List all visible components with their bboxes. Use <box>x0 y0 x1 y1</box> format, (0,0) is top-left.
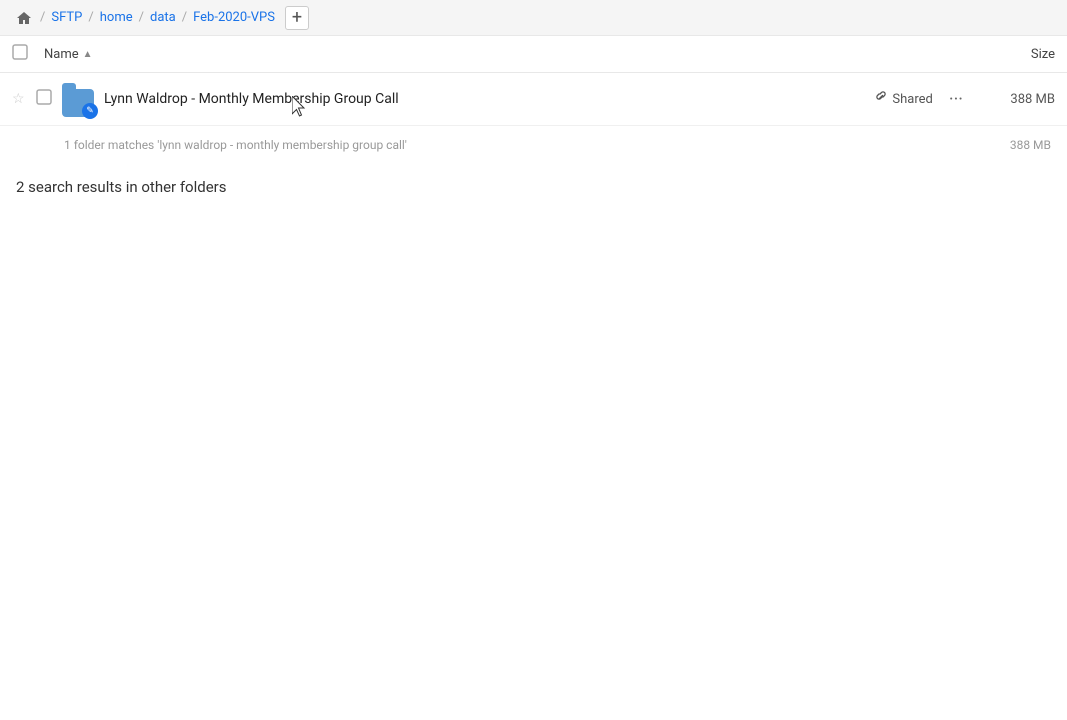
add-tab-button[interactable]: + <box>285 6 309 30</box>
home-icon[interactable] <box>12 6 36 30</box>
column-name-header[interactable]: Name ▲ <box>44 47 975 62</box>
search-result-size: 388 MB <box>1010 138 1051 152</box>
column-size-header: Size <box>975 47 1055 62</box>
search-result-info: 1 folder matches 'lynn waldrop - monthly… <box>0 126 1067 158</box>
column-header-row: Name ▲ Size <box>0 36 1067 73</box>
breadcrumb-sep-0: / <box>40 10 45 25</box>
file-list-item[interactable]: ☆ ✎ Lynn Waldrop - Monthly Membership Gr… <box>0 73 1067 126</box>
search-match-count: 1 folder matches 'lynn waldrop - monthly… <box>64 138 407 152</box>
shared-status: Shared <box>874 90 932 108</box>
breadcrumb-sep-3: / <box>182 10 187 25</box>
link-icon <box>874 90 888 108</box>
breadcrumb-sftp[interactable]: SFTP <box>47 8 86 27</box>
file-checkbox[interactable] <box>36 89 60 109</box>
more-options-button[interactable]: ··· <box>945 87 967 112</box>
file-size-label: 388 MB <box>975 92 1055 107</box>
breadcrumb-nav: / SFTP / home / data / Feb-2020-VPS + <box>0 0 1067 36</box>
file-name-label: Lynn Waldrop - Monthly Membership Group … <box>104 91 874 107</box>
folder-icon: ✎ <box>60 81 96 117</box>
breadcrumb-data[interactable]: data <box>146 8 180 27</box>
shared-text: Shared <box>892 92 932 107</box>
breadcrumb-sep-1: / <box>88 10 93 25</box>
file-actions: Shared ··· <box>874 87 967 112</box>
select-all-checkbox[interactable] <box>12 44 36 64</box>
pencil-badge-icon: ✎ <box>82 103 98 119</box>
breadcrumb-feb-2020-vps[interactable]: Feb-2020-VPS <box>189 8 279 27</box>
other-folders-title: 2 search results in other folders <box>16 178 227 196</box>
star-icon[interactable]: ☆ <box>12 91 32 107</box>
other-folders-section: 2 search results in other folders <box>0 158 1067 208</box>
breadcrumb-sep-2: / <box>139 10 144 25</box>
breadcrumb-home[interactable]: home <box>96 8 137 27</box>
